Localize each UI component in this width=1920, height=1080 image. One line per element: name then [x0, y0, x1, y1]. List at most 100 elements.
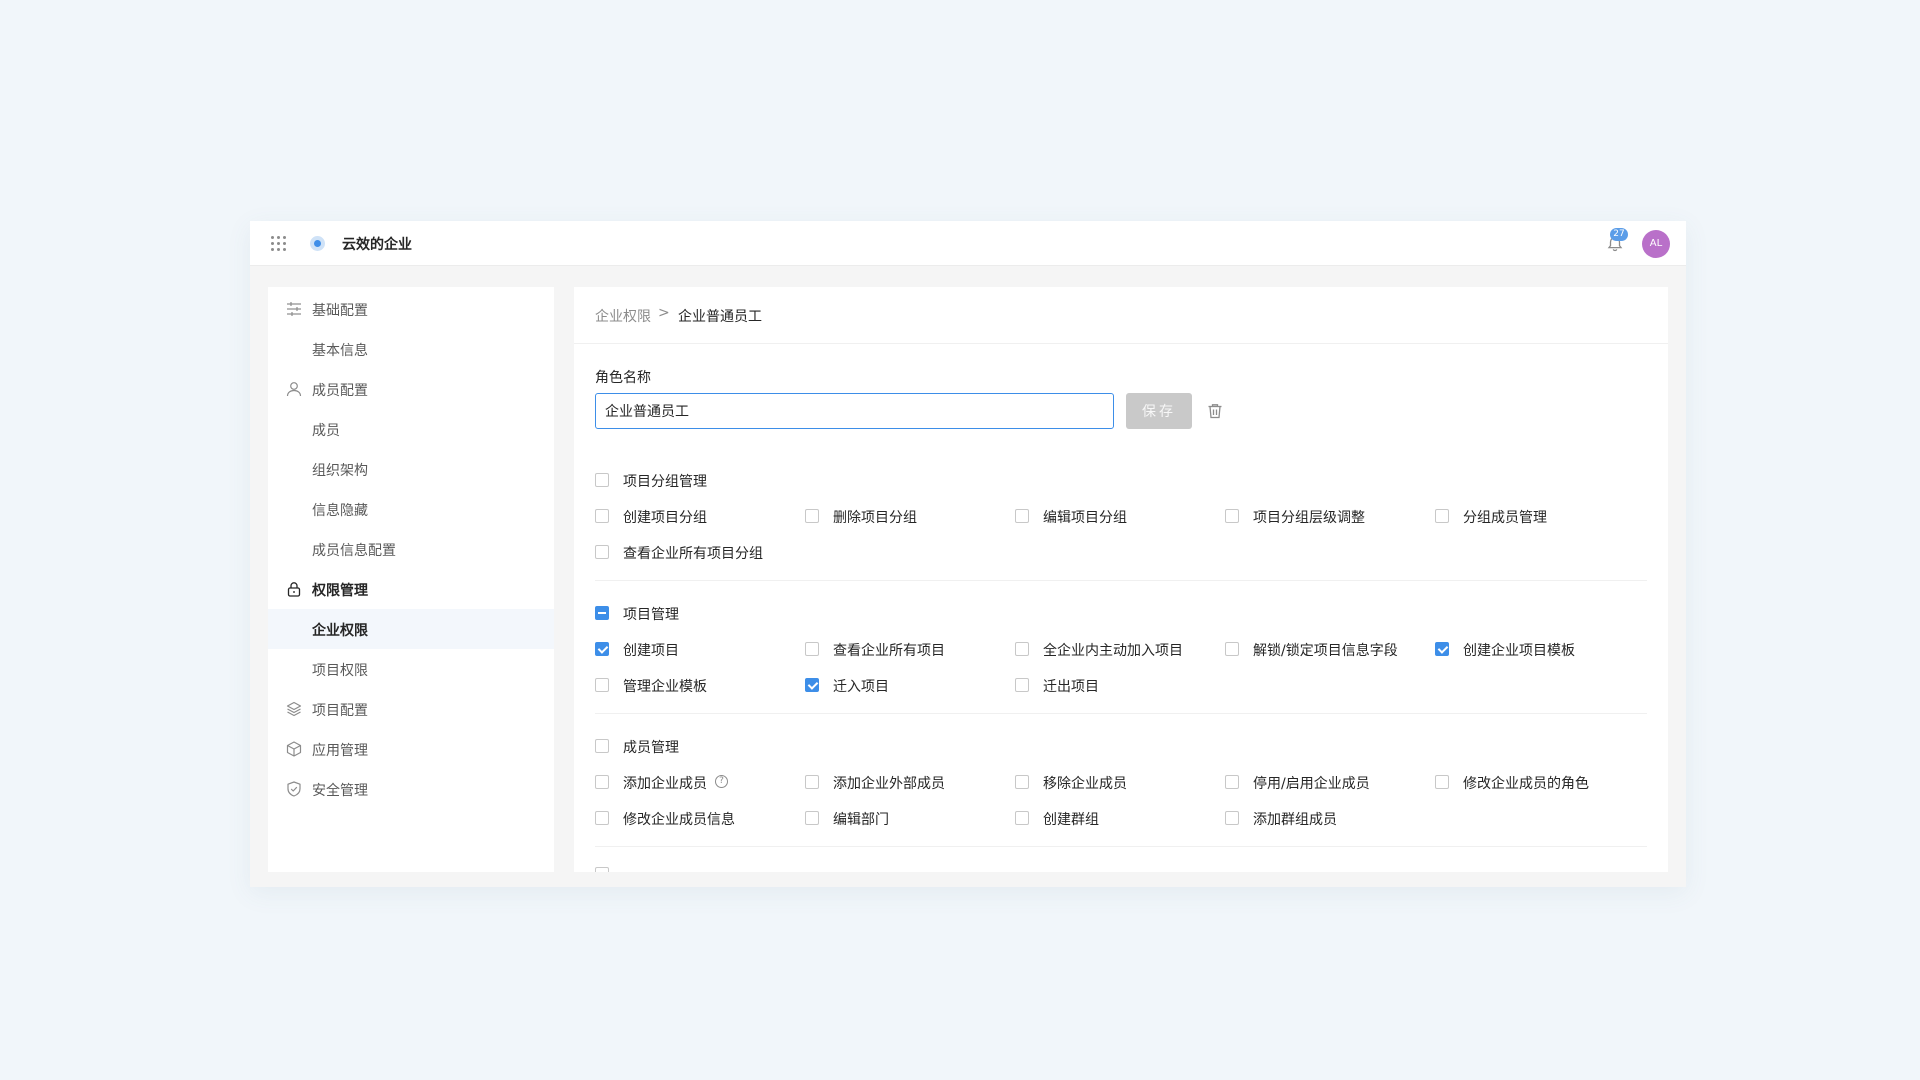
permission-checkbox[interactable]	[595, 811, 609, 825]
sidebar-item-label: 项目配置	[312, 703, 368, 719]
section-divider	[595, 713, 1647, 714]
permission-label: 创建项目	[623, 643, 679, 659]
save-button[interactable]: 保存	[1126, 393, 1192, 429]
permission-label: 移除企业成员	[1043, 776, 1127, 792]
sidebar-item-label: 安全管理	[312, 783, 368, 799]
permission-checkbox[interactable]	[1225, 509, 1239, 523]
breadcrumb-current: 企业普通员工	[678, 309, 762, 325]
user-icon	[286, 382, 302, 397]
sidebar-item-project-permissions[interactable]: 项目权限	[268, 649, 554, 689]
sidebar-item-info-hiding[interactable]: 信息隐藏	[268, 489, 554, 529]
section-divider	[595, 580, 1647, 581]
permission-checkbox[interactable]	[805, 811, 819, 825]
permission-label: 创建项目分组	[623, 510, 707, 526]
sidebar-item-label: 应用管理	[312, 743, 368, 759]
permission-checkbox[interactable]	[1225, 811, 1239, 825]
shield-check-icon	[287, 781, 301, 797]
permission-label: 全企业内主动加入项目	[1043, 643, 1183, 659]
cube-icon	[286, 741, 302, 757]
permission-checkbox[interactable]	[1225, 642, 1239, 656]
section-divider	[595, 846, 1647, 847]
permission-label: 查看企业所有项目	[833, 643, 945, 659]
permission-checkbox[interactable]	[1015, 642, 1029, 656]
org-logo-icon	[310, 236, 325, 251]
sidebar-item-label: 成员信息配置	[312, 543, 396, 559]
sidebar: 基础配置 基本信息 成员配置 成员 组织架构 信息隐藏 成员信息配置 权限管理 …	[268, 287, 554, 872]
sidebar-item-label: 权限管理	[312, 583, 368, 599]
sidebar-item-permissions[interactable]: 权限管理	[268, 569, 554, 609]
sidebar-item-basic-config[interactable]: 基础配置	[268, 289, 554, 329]
permission-label: 添加群组成员	[1253, 812, 1337, 828]
sidebar-item-label: 企业权限	[312, 623, 368, 639]
sidebar-item-members[interactable]: 成员	[268, 409, 554, 449]
permission-checkbox[interactable]	[595, 545, 609, 559]
avatar[interactable]: AL	[1642, 230, 1670, 258]
permission-label: 创建群组	[1043, 812, 1099, 828]
breadcrumb-parent-link[interactable]: 企业权限	[595, 306, 651, 326]
sidebar-item-label: 组织架构	[312, 463, 368, 479]
app-grid-icon[interactable]	[271, 236, 286, 251]
permission-checkbox[interactable]	[595, 775, 609, 789]
permission-checkbox[interactable]	[805, 509, 819, 523]
permission-checkbox[interactable]	[595, 867, 609, 872]
permission-checkbox[interactable]	[1435, 642, 1449, 656]
lock-icon	[287, 582, 301, 597]
notification-badge[interactable]: 27	[1610, 228, 1628, 241]
sidebar-item-label: 信息隐藏	[312, 503, 368, 519]
section-title: 项目管理	[623, 607, 679, 623]
sidebar-item-label: 基础配置	[312, 303, 368, 319]
permission-label: 管理企业模板	[623, 679, 707, 695]
sidebar-item-security[interactable]: 安全管理	[268, 769, 554, 809]
permission-checkbox[interactable]	[1225, 775, 1239, 789]
sliders-icon	[287, 302, 301, 316]
permission-label: 编辑部门	[833, 812, 889, 828]
sidebar-item-basic-info[interactable]: 基本信息	[268, 329, 554, 369]
permission-label: 停用/启用企业成员	[1253, 776, 1370, 792]
role-name-input[interactable]	[595, 393, 1114, 429]
permission-checkbox[interactable]	[1015, 678, 1029, 692]
app-window: 云效的企业 27 AL 基础配置 基本信息 成员配置 成员 组织架构 信息隐藏 …	[250, 221, 1686, 887]
permission-label: 创建企业项目模板	[1463, 643, 1575, 659]
permission-checkbox[interactable]	[1015, 775, 1029, 789]
chevron-right-icon: >	[658, 305, 670, 321]
permission-label: 解锁/锁定项目信息字段	[1253, 643, 1398, 659]
sidebar-item-label: 成员配置	[312, 383, 368, 399]
section-checkbox-project-group-management[interactable]	[595, 473, 609, 487]
sidebar-item-project-config[interactable]: 项目配置	[268, 689, 554, 729]
permission-label: 添加企业外部成员	[833, 776, 945, 792]
permission-checkbox[interactable]	[1435, 509, 1449, 523]
section-checkbox-member-management[interactable]	[595, 739, 609, 753]
sidebar-item-label: 成员	[312, 423, 340, 439]
sidebar-item-label: 基本信息	[312, 343, 368, 359]
permission-label: 修改企业成员信息	[623, 812, 735, 828]
permission-label: 修改企业成员的角色	[1463, 776, 1589, 792]
permission-checkbox[interactable]	[805, 775, 819, 789]
sidebar-item-org-structure[interactable]: 组织架构	[268, 449, 554, 489]
help-icon[interactable]: ?	[715, 775, 728, 788]
trash-icon[interactable]	[1206, 402, 1224, 420]
permission-checkbox[interactable]	[595, 678, 609, 692]
permission-label: 查看企业所有项目分组	[623, 546, 763, 562]
sidebar-item-app-management[interactable]: 应用管理	[268, 729, 554, 769]
permission-checkbox[interactable]	[1015, 811, 1029, 825]
breadcrumb: 企业权限 > 企业普通员工	[574, 287, 1668, 344]
sidebar-item-member-info-config[interactable]: 成员信息配置	[268, 529, 554, 569]
top-bar: 云效的企业 27 AL	[250, 221, 1686, 266]
permission-label: 分组成员管理	[1463, 510, 1547, 526]
sidebar-item-label: 项目权限	[312, 663, 368, 679]
section-checkbox-project-management[interactable]	[595, 606, 609, 620]
permission-checkbox[interactable]	[1435, 775, 1449, 789]
permission-label: 迁入项目	[833, 679, 889, 695]
permission-checkbox[interactable]	[595, 509, 609, 523]
permission-checkbox[interactable]	[805, 642, 819, 656]
sidebar-item-enterprise-permissions[interactable]: 企业权限	[268, 609, 554, 649]
permission-checkbox[interactable]	[805, 678, 819, 692]
sidebar-item-member-config[interactable]: 成员配置	[268, 369, 554, 409]
permission-label: 删除项目分组	[833, 510, 917, 526]
main-panel: 企业权限 > 企业普通员工 角色名称 保存 项目分组管理 创建项目分组 删除项目…	[574, 287, 1668, 872]
permission-checkbox[interactable]	[1015, 509, 1029, 523]
permission-label: 迁出项目	[1043, 679, 1099, 695]
section-title: 项目分组管理	[623, 474, 707, 490]
permission-checkbox[interactable]	[595, 642, 609, 656]
org-name[interactable]: 云效的企业	[342, 234, 412, 254]
